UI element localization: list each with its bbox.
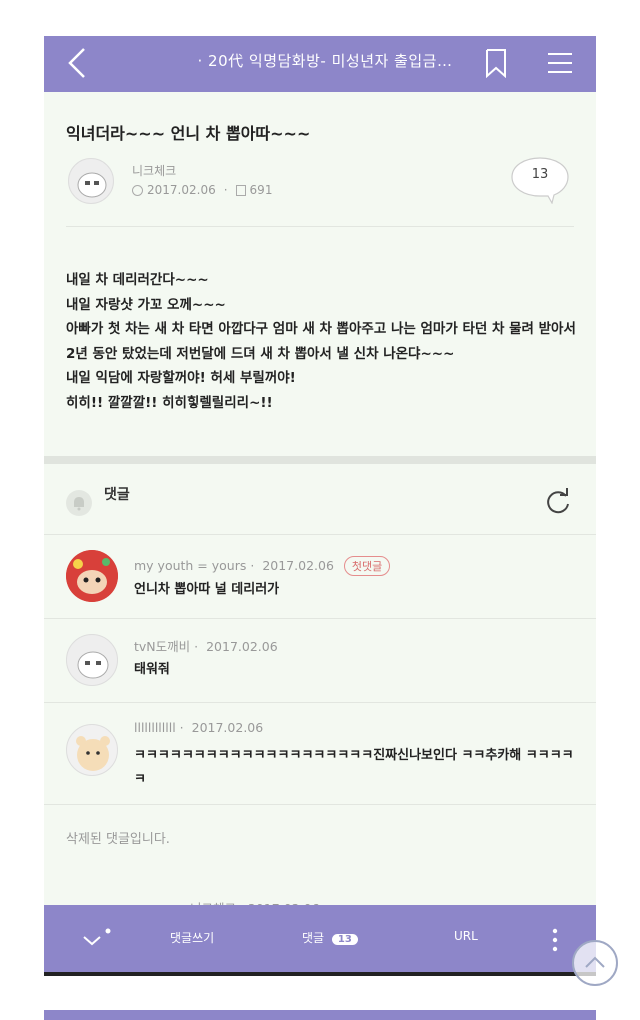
- post-date: 2017.02.06: [147, 183, 216, 197]
- body-line: 아빠가 첫 차는 새 차 타면 아깝다구 엄마 새 차 뽑아주고 나는 엄마가 …: [66, 321, 576, 362]
- comment-meta: tvN도깨비 · 2017.02.06: [134, 639, 278, 654]
- post-title: 익녀더라~~~ 언니 차 뽑아따~~~: [66, 124, 311, 143]
- comment-text: ㅋㅋㅋㅋㅋㅋㅋㅋㅋㅋㅋㅋㅋㅋㅋㅋㅋㅋㅋㅋ진짜신나보인다 ㅋㅋ추카해 ㅋㅋㅋㅋㅋ: [134, 748, 574, 787]
- clock-icon: [132, 184, 143, 196]
- screen-divider: [44, 972, 596, 976]
- comment-date: 2017.02.06: [191, 720, 264, 735]
- back-icon[interactable]: [62, 46, 92, 80]
- peach-avatar-icon: [77, 651, 109, 679]
- post-views: 691: [249, 183, 273, 197]
- views-icon: [235, 184, 246, 196]
- comment-item: llllllllllll · 2017.02.06 ㅋㅋㅋㅋㅋㅋㅋㅋㅋㅋㅋㅋㅋㅋ…: [44, 702, 596, 805]
- comment-user[interactable]: tvN도깨비: [134, 639, 190, 654]
- refresh-icon[interactable]: [542, 486, 574, 518]
- next-screen-bar: [44, 1010, 596, 1020]
- app-window: · 20代 익명담화방- 미성년자 출입금… 익녀더라~~~ 언니 차 뽑아따~…: [44, 36, 596, 976]
- comment-meta: my youth = yours · 2017.02.06 첫댓글: [134, 556, 391, 576]
- avatar[interactable]: [66, 550, 118, 602]
- deleted-comment: 삭제된 댓글입니다.: [66, 832, 170, 847]
- comments-label: 댓글: [104, 487, 130, 503]
- comment-meta: llllllllllll · 2017.02.06: [134, 720, 264, 735]
- comments-button[interactable]: 댓글 13: [302, 929, 358, 946]
- bottom-bar: 댓글쓰기 댓글 13 URL: [44, 905, 596, 976]
- character-avatar-icon: [66, 550, 118, 602]
- section-divider: [44, 456, 596, 464]
- author-avatar[interactable]: [68, 158, 114, 204]
- comment-date: 2017.02.06: [206, 639, 278, 654]
- comments-button-label: 댓글: [302, 931, 325, 945]
- bookmark-icon[interactable]: [484, 48, 508, 78]
- scroll-to-top-button[interactable]: [572, 940, 618, 986]
- comment-count-bubble[interactable]: 13: [510, 156, 570, 204]
- body-line: 히히!! 깔깔깔!! 히히힣렐릴리리~!!: [66, 394, 273, 411]
- first-comment-badge: 첫댓글: [343, 556, 391, 576]
- author-name[interactable]: 니크체크: [132, 162, 176, 179]
- comment-user[interactable]: llllllllllll: [134, 720, 176, 735]
- comment-date: 2017.02.06: [262, 558, 334, 573]
- board-title: · 20代 익명담화방- 미성년자 출입금…: [197, 52, 453, 70]
- chevron-down-icon[interactable]: [82, 927, 112, 951]
- peach-avatar-icon: [77, 172, 107, 198]
- comment-text: 태워줘: [134, 662, 170, 677]
- comment-text: 언니차 뽑아따 널 데리러가: [134, 582, 280, 597]
- comment-item: tvN도깨비 · 2017.02.06 태워줘: [44, 618, 596, 703]
- chevron-up-icon: [585, 956, 605, 968]
- more-icon[interactable]: [550, 927, 560, 953]
- avatar[interactable]: [66, 724, 118, 776]
- post-body: 내일 차 데리러간다~~~ 내일 자랑샷 가꼬 오께~~~ 아빠가 첫 차는 새…: [66, 268, 578, 415]
- comments-count-badge: 13: [331, 934, 358, 945]
- comments-header: 댓글: [44, 464, 596, 535]
- bear-avatar-icon: [76, 736, 110, 771]
- bell-icon[interactable]: [66, 490, 92, 516]
- avatar[interactable]: [66, 634, 118, 686]
- top-bar: · 20代 익명담화방- 미성년자 출입금…: [44, 36, 596, 92]
- post-meta: 2017.02.06 · 691: [132, 183, 272, 197]
- body-line: 내일 익담에 자랑할꺼야! 허세 부릴꺼야!: [66, 370, 296, 386]
- divider: [66, 226, 574, 227]
- menu-icon[interactable]: [546, 49, 574, 77]
- comment-item: my youth = yours · 2017.02.06 첫댓글 언니차 뽑아…: [44, 534, 596, 619]
- body-line: 내일 차 데리러간다~~~: [66, 272, 209, 288]
- comments-section: 댓글 my youth = yours · 2017.02.06 첫댓글 언니차…: [44, 464, 596, 976]
- post: 익녀더라~~~ 언니 차 뽑아따~~~ 니크체크 2017.02.06 · 69…: [44, 92, 596, 456]
- url-button[interactable]: URL: [454, 929, 478, 943]
- comment-count: 13: [531, 167, 549, 182]
- comment-user[interactable]: my youth = yours: [134, 558, 246, 573]
- body-line: 내일 자랑샷 가꼬 오께~~~: [66, 296, 226, 313]
- write-comment-button[interactable]: 댓글쓰기: [170, 929, 214, 946]
